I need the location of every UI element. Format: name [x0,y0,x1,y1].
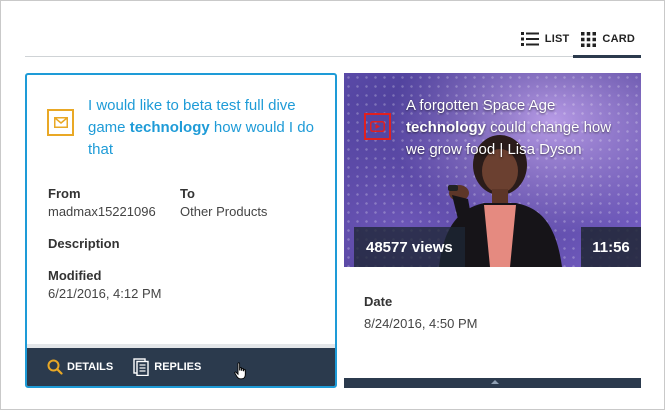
to-label: To [180,186,195,201]
document-icon [133,358,149,376]
card-view-button[interactable]: CARD [575,24,641,54]
video-title-highlight: technology [406,119,487,136]
card-header: I would like to beta test full dive game… [47,95,315,161]
grid-icon [581,31,597,47]
duration-badge: 11:56 [581,227,641,267]
list-view-button[interactable]: LIST [515,24,576,54]
modified-value: 6/21/2016, 4:12 PM [48,286,162,301]
result-card-video[interactable]: A forgotten Space Age technology could c… [344,73,641,388]
video-metadata: Date 8/24/2016, 4:50 PM [364,293,477,333]
details-button[interactable]: DETAILS [47,359,113,375]
from-label: From [48,186,81,201]
card-metadata: From madmax15221096 To Other Products De… [48,185,315,317]
date-value: 8/24/2016, 4:50 PM [364,316,478,331]
video-card-footer [344,378,641,388]
card-title-link[interactable]: I would like to beta test full dive game… [88,95,315,161]
replies-button[interactable]: REPLIES [133,358,201,376]
to-value: Other Products [180,204,268,219]
replies-label: REPLIES [154,361,202,373]
modified-label: Modified [48,268,102,283]
list-icon [520,32,539,46]
from-value: madmax15221096 [48,204,156,219]
date-label: Date [364,294,393,309]
title-highlight: technology [129,119,210,136]
card-view-label: CARD [602,33,635,45]
header-divider [25,56,641,57]
list-view-label: LIST [544,33,570,45]
details-label: DETAILS [67,361,114,373]
result-card-post[interactable]: I would like to beta test full dive game… [25,73,337,388]
description-label: Description [48,236,120,251]
video-play-icon [364,113,391,140]
card-actions: DETAILS REPLIES [27,344,335,386]
video-title-link[interactable]: A forgotten Space Age technology could c… [406,95,631,161]
caret-up-icon [491,380,499,384]
mail-icon [47,109,74,136]
magnifier-icon [47,359,63,375]
hand-cursor-icon [234,362,246,380]
view-count-badge: 48577 views [354,227,465,267]
video-thumbnail[interactable]: A forgotten Space Age technology could c… [344,73,641,267]
view-toggle: LIST CARD [515,24,641,54]
video-title-pre: A forgotten Space Age [406,97,556,114]
active-view-indicator [573,55,641,58]
